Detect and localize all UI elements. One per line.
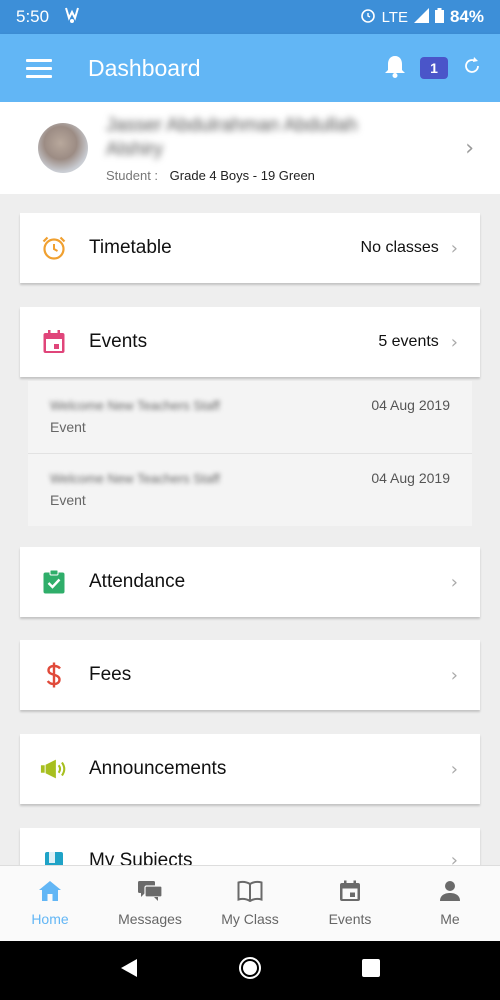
event-date: 04 Aug 2019	[371, 397, 450, 413]
timetable-value: No classes	[360, 239, 439, 256]
alarm-clock-icon	[40, 234, 68, 262]
nav-events[interactable]: Events	[300, 866, 400, 941]
chevron-right-icon: ›	[450, 758, 458, 780]
network-type: LTE	[381, 8, 408, 26]
menu-icon[interactable]	[26, 58, 52, 78]
refresh-icon[interactable]	[462, 56, 482, 81]
attendance-label: Attendance	[89, 571, 186, 592]
student-name: Jasser Abdulrahman Abdullah	[106, 114, 358, 136]
status-time: 5:50	[16, 7, 50, 26]
alarm-icon	[360, 7, 376, 27]
recents-icon[interactable]	[362, 959, 380, 982]
notification-badge[interactable]: 1	[420, 57, 448, 79]
back-icon[interactable]	[120, 958, 138, 983]
book-open-icon	[237, 880, 263, 905]
student-name-line2: Alshiry	[106, 138, 164, 160]
nav-messages-label: Messages	[118, 911, 182, 927]
event-type: Event	[50, 419, 86, 435]
battery-icon	[434, 7, 444, 27]
battery-percent: 84%	[449, 7, 484, 26]
event-date: 04 Aug 2019	[371, 470, 450, 486]
chevron-right-icon: ›	[450, 237, 458, 259]
nav-my-class-label: My Class	[221, 911, 279, 927]
bell-icon[interactable]	[384, 54, 406, 83]
events-label: Events	[89, 331, 148, 352]
nav-messages[interactable]: Messages	[100, 866, 200, 941]
home-button-icon[interactable]	[238, 956, 262, 985]
chevron-right-icon: ›	[450, 331, 458, 353]
event-item[interactable]: Welcome New Teachers Staff 04 Aug 2019 E…	[28, 381, 472, 453]
avatar	[38, 123, 88, 173]
clipboard-check-icon	[40, 568, 68, 596]
announcements-label: Announcements	[89, 758, 227, 779]
events-count: 5 events	[378, 333, 439, 350]
person-icon	[439, 880, 461, 905]
nav-home-label: Home	[31, 911, 69, 927]
calendar-icon	[40, 328, 68, 356]
class-name: Grade 4 Boys - 19 Green	[169, 167, 315, 183]
calendar-icon	[339, 880, 361, 905]
announcements-card[interactable]: Announcements ›	[20, 734, 480, 804]
nav-events-label: Events	[328, 911, 372, 927]
nav-home[interactable]: Home	[0, 866, 100, 941]
signal-icon	[413, 7, 429, 27]
bottom-navigation: Home Messages My Class Events Me	[0, 865, 500, 941]
app-notification-icon	[63, 6, 81, 29]
fees-card[interactable]: Fees ›	[20, 640, 480, 710]
event-title: Welcome New Teachers Staff	[50, 397, 220, 413]
events-card[interactable]: Events 5 events ›	[20, 307, 480, 377]
student-profile[interactable]: Jasser Abdulrahman Abdullah Alshiry Stud…	[0, 102, 500, 194]
event-item[interactable]: Welcome New Teachers Staff 04 Aug 2019 E…	[28, 454, 472, 526]
fees-label: Fees	[89, 664, 132, 685]
role-label: Student :	[106, 167, 159, 183]
megaphone-icon	[40, 755, 68, 783]
chevron-right-icon: ›	[450, 664, 458, 686]
system-navigation-bar	[0, 941, 500, 1000]
attendance-card[interactable]: Attendance ›	[20, 547, 480, 617]
dollar-icon	[40, 661, 68, 689]
nav-my-class[interactable]: My Class	[200, 866, 300, 941]
status-bar: 5:50 LTE 84%	[0, 0, 500, 34]
page-title: Dashboard	[88, 54, 201, 81]
app-bar: Dashboard 1	[0, 34, 500, 102]
home-icon	[38, 880, 62, 905]
event-title: Welcome New Teachers Staff	[50, 470, 220, 486]
chevron-right-icon: ›	[450, 571, 458, 593]
nav-me[interactable]: Me	[400, 866, 500, 941]
nav-me-label: Me	[440, 911, 460, 927]
event-type: Event	[50, 492, 86, 508]
messages-icon	[137, 880, 163, 905]
timetable-card[interactable]: Timetable No classes ›	[20, 213, 480, 283]
timetable-label: Timetable	[89, 237, 172, 258]
chevron-right-icon: ›	[465, 135, 474, 161]
